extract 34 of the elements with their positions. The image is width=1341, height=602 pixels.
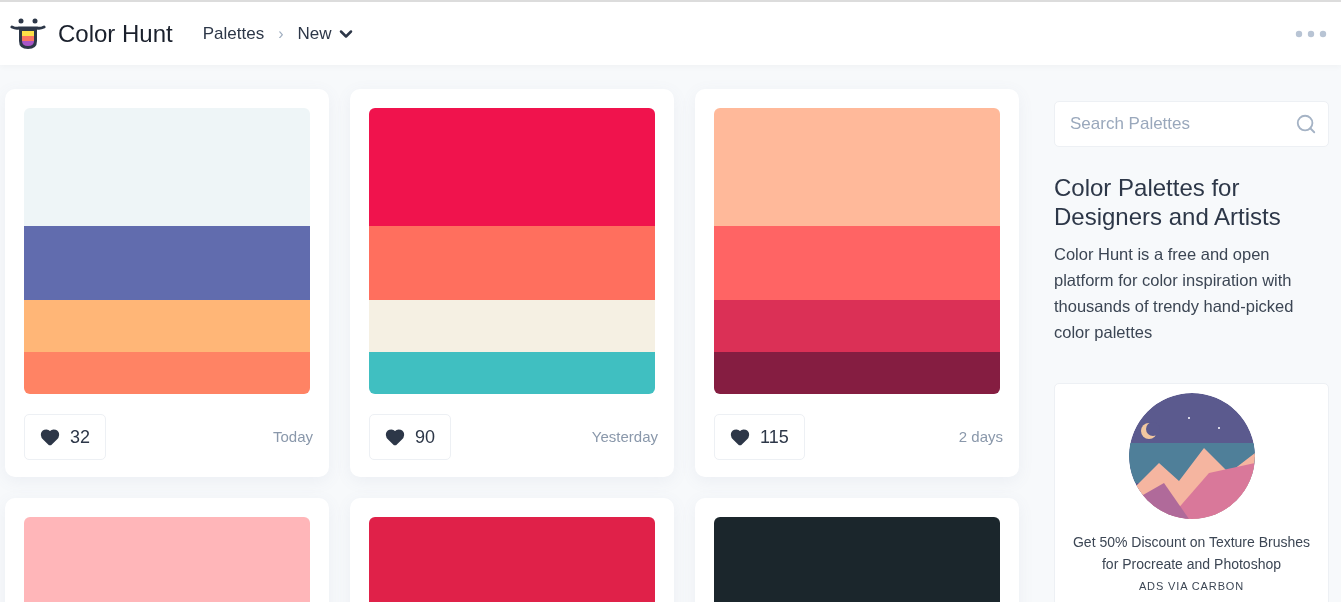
color-swatch[interactable]: [24, 108, 310, 226]
palette-date: Yesterday: [591, 426, 658, 447]
like-button[interactable]: 32: [24, 414, 107, 460]
heart-icon: [385, 427, 405, 447]
ad-text[interactable]: Get 50% Discount on Texture Brushes for Procreate and Photoshop: [1055, 531, 1328, 575]
color-swatch[interactable]: [369, 300, 655, 352]
color-swatch[interactable]: [714, 300, 1000, 352]
sidebar-description: Color Hunt is a free and open platform for color inspiration with thousands of trendy hand-picked color palettes: [1054, 244, 1295, 343]
ad-attribution[interactable]: ADS VIA CARBON: [1138, 578, 1245, 595]
logo-icon: [10, 16, 46, 51]
sort-dropdown[interactable]: New: [297, 20, 356, 47]
heart-icon: [730, 427, 750, 447]
search-field[interactable]: Search Palettes: [1054, 101, 1329, 147]
color-swatch[interactable]: [714, 108, 1000, 226]
like-button[interactable]: 115: [714, 414, 805, 460]
breadcrumb-link[interactable]: Palettes: [202, 20, 265, 47]
heart-icon: [40, 427, 60, 447]
sidebar-title: Color Palettes for Designers and Artists: [1054, 173, 1282, 231]
search-icon[interactable]: [1295, 113, 1317, 135]
like-button[interactable]: 90: [369, 414, 452, 460]
color-swatch[interactable]: [369, 352, 655, 394]
breadcrumb-separator: ›: [278, 23, 284, 44]
color-swatch[interactable]: [714, 226, 1000, 300]
ad-card[interactable]: Get 50% Discount on Texture Brushes for Procreate and Photoshop ADS VIA CARBON: [1054, 383, 1329, 602]
more-icon[interactable]: [1295, 29, 1327, 38]
color-swatch[interactable]: [369, 226, 655, 300]
color-swatch[interactable]: [369, 108, 655, 226]
palette-date: 2 days: [958, 426, 1003, 447]
color-swatch[interactable]: [714, 352, 1000, 394]
palette-date: Today: [272, 426, 313, 447]
color-swatch[interactable]: [24, 300, 310, 352]
color-swatch[interactable]: [24, 226, 310, 300]
brand-name[interactable]: Color Hunt: [58, 15, 173, 52]
color-swatch[interactable]: [24, 352, 310, 394]
